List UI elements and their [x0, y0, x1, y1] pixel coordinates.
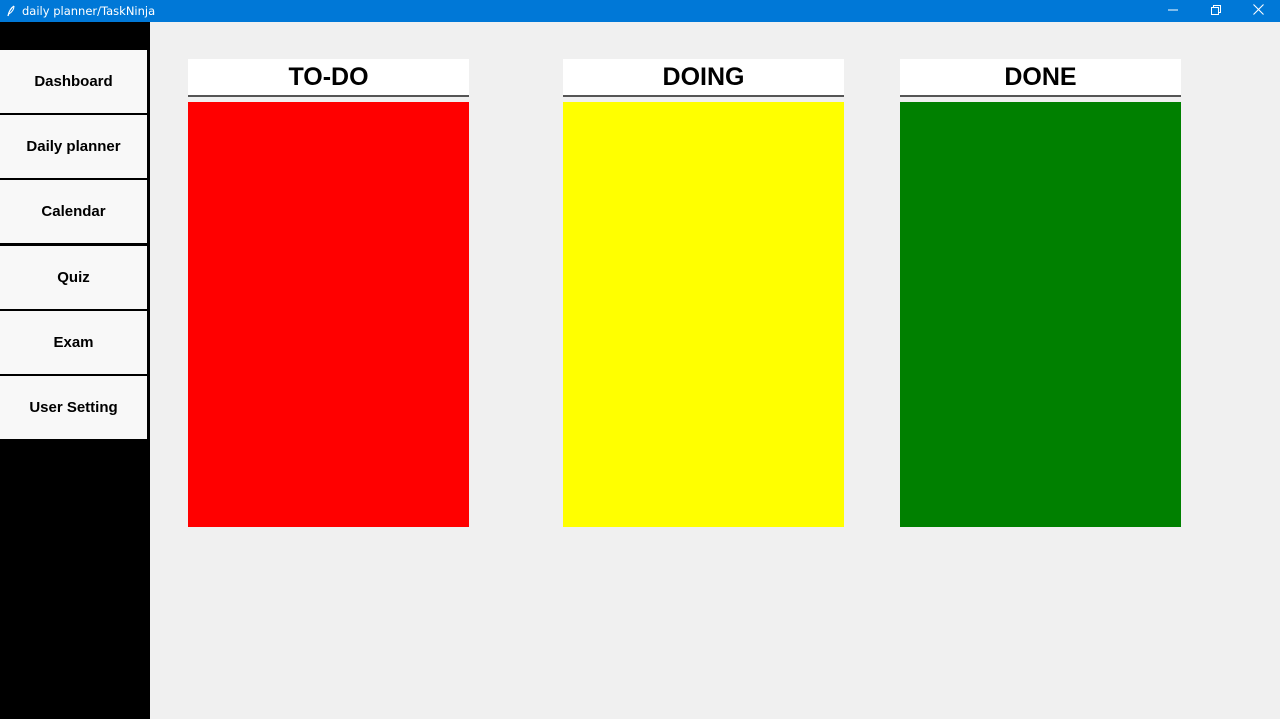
restore-button[interactable]	[1194, 0, 1237, 22]
minimize-icon	[1167, 2, 1178, 20]
title-bar: daily planner/TaskNinja	[0, 0, 1280, 22]
minimize-button[interactable]	[1151, 0, 1194, 22]
window-title: daily planner/TaskNinja	[22, 4, 156, 18]
sidebar-item-daily-planner[interactable]: Daily planner	[0, 115, 147, 178]
close-icon	[1253, 2, 1264, 20]
window-controls	[1151, 0, 1280, 22]
sidebar-item-calendar[interactable]: Calendar	[0, 180, 147, 243]
doing-column-area[interactable]	[563, 102, 844, 527]
sidebar-item-dashboard[interactable]: Dashboard	[0, 50, 147, 113]
doing-column-header: DOING	[563, 59, 844, 97]
done-column-title: DONE	[1004, 62, 1077, 91]
sidebar-item-exam[interactable]: Exam	[0, 311, 147, 374]
doing-column-title: DOING	[662, 62, 745, 91]
close-button[interactable]	[1237, 0, 1280, 22]
todo-column-title: TO-DO	[288, 62, 369, 91]
done-column-header: DONE	[900, 59, 1181, 97]
todo-column-header: TO-DO	[188, 59, 469, 97]
sidebar-item-label: Exam	[53, 334, 94, 351]
app-feather-icon	[0, 0, 22, 22]
sidebar: Dashboard Daily planner Calendar Quiz Ex…	[0, 22, 150, 719]
restore-icon	[1210, 2, 1221, 20]
todo-column-area[interactable]	[188, 102, 469, 527]
sidebar-item-label: Daily planner	[26, 138, 121, 155]
sidebar-item-label: Quiz	[57, 269, 90, 286]
sidebar-item-quiz[interactable]: Quiz	[0, 246, 147, 309]
sidebar-item-label: User Setting	[29, 399, 118, 416]
sidebar-item-user-setting[interactable]: User Setting	[0, 376, 147, 439]
sidebar-item-label: Dashboard	[34, 73, 113, 90]
sidebar-item-label: Calendar	[41, 203, 106, 220]
done-column-area[interactable]	[900, 102, 1181, 527]
